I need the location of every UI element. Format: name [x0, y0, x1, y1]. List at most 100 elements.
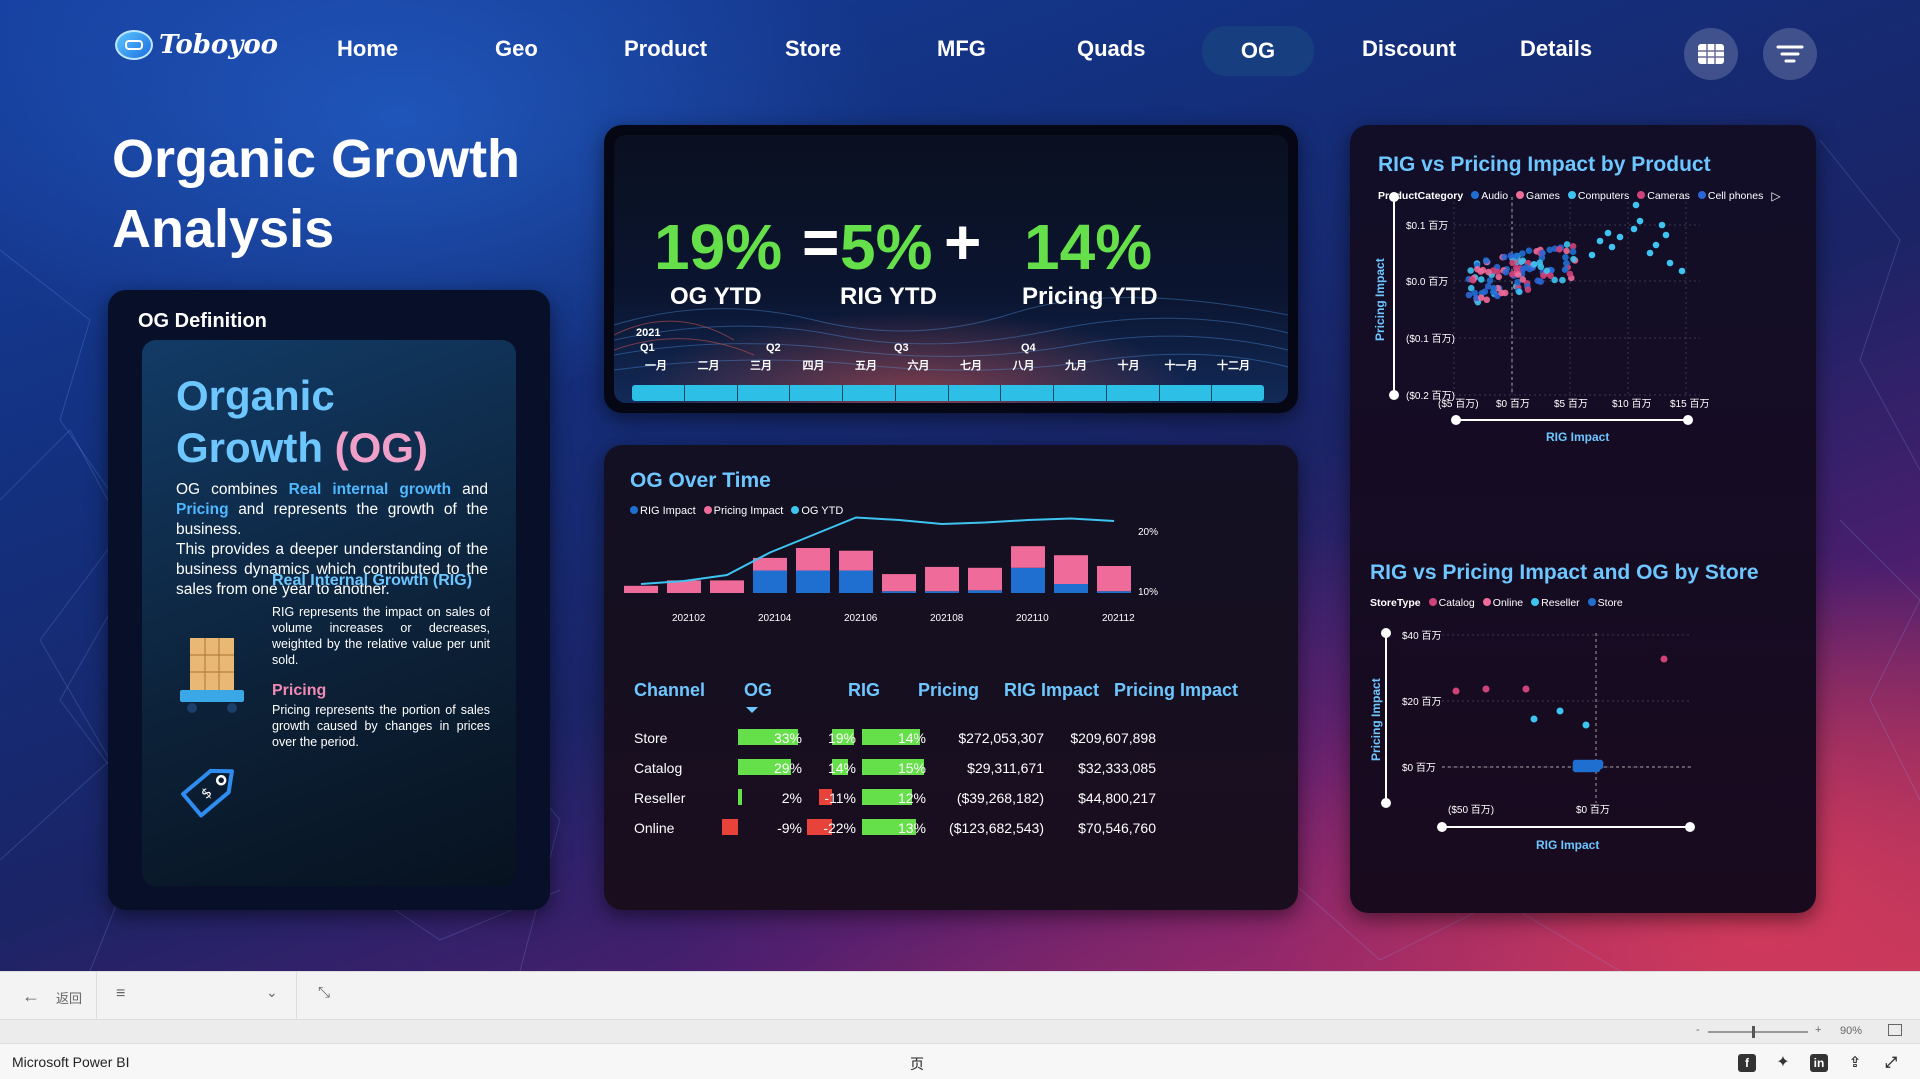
- collapse-icon[interactable]: ⤡: [318, 984, 330, 1001]
- scatter-point[interactable]: [1498, 289, 1505, 297]
- scatter-point[interactable]: [1518, 258, 1525, 265]
- nav-discount[interactable]: Discount: [1362, 36, 1456, 62]
- nav-store[interactable]: Store: [785, 36, 841, 62]
- bar-pricing-impact[interactable]: [925, 566, 959, 592]
- scatter-point[interactable]: [1482, 257, 1490, 264]
- scatter-point[interactable]: [1477, 276, 1485, 283]
- scatter-point[interactable]: [1530, 261, 1538, 268]
- scatter-point[interactable]: [1465, 291, 1473, 299]
- scatter-point[interactable]: [1522, 685, 1530, 693]
- timeline-month[interactable]: 六月: [899, 357, 939, 373]
- scatter-point[interactable]: [1482, 685, 1490, 693]
- timeline-slicer[interactable]: [632, 385, 1264, 401]
- scatter-point[interactable]: [1452, 687, 1460, 695]
- scatter-point[interactable]: [1660, 655, 1668, 663]
- timeline-month[interactable]: 三月: [741, 357, 781, 373]
- slider-handle[interactable]: [1683, 415, 1693, 425]
- scatter-point[interactable]: [1652, 241, 1660, 249]
- timeline-month[interactable]: 十月: [1109, 357, 1149, 373]
- scatter-point[interactable]: [1666, 259, 1674, 267]
- back-arrow-icon[interactable]: ←: [22, 986, 40, 1007]
- nav-product[interactable]: Product: [624, 36, 707, 62]
- fullscreen-icon[interactable]: ⤢: [1882, 1054, 1900, 1072]
- bar-rig-impact[interactable]: [968, 590, 1002, 593]
- scatter-point[interactable]: [1530, 715, 1538, 723]
- scatter-point[interactable]: [1596, 237, 1604, 245]
- filter-button[interactable]: [1763, 28, 1817, 80]
- nav-og[interactable]: OG: [1202, 26, 1314, 76]
- slider-handle[interactable]: [1381, 798, 1391, 808]
- bar-rig-impact[interactable]: [882, 591, 916, 593]
- col-header-og[interactable]: OG: [744, 680, 772, 701]
- zoom-slider-handle[interactable]: [1752, 1026, 1755, 1038]
- nav-mfg[interactable]: MFG: [937, 36, 986, 62]
- bar-pricing-impact[interactable]: [796, 548, 830, 571]
- timeline-month[interactable]: 七月: [951, 357, 991, 373]
- facebook-icon[interactable]: f: [1738, 1054, 1756, 1072]
- col-header-rig[interactable]: RIG: [848, 680, 880, 701]
- bar-rig-impact[interactable]: [839, 570, 873, 594]
- scatter-point[interactable]: [1519, 265, 1527, 273]
- scatter-point[interactable]: [1636, 217, 1644, 225]
- nav-geo[interactable]: Geo: [495, 36, 538, 62]
- scatter-point[interactable]: [1604, 229, 1612, 237]
- scatter-point[interactable]: [1486, 277, 1494, 284]
- timeline-month[interactable]: 一月: [636, 357, 676, 373]
- scatter-point[interactable]: [1494, 268, 1501, 276]
- back-button-label[interactable]: 返回: [56, 988, 82, 1007]
- col-header-pricing[interactable]: Pricing: [918, 680, 979, 701]
- scatter-point[interactable]: [1474, 265, 1481, 273]
- timeline-month[interactable]: 十一月: [1161, 357, 1201, 373]
- bar-rig-impact[interactable]: [796, 570, 830, 594]
- scatter-point[interactable]: [1593, 765, 1601, 773]
- scatter-point[interactable]: [1467, 267, 1474, 274]
- scatter-point[interactable]: [1477, 294, 1485, 301]
- zoom-minus[interactable]: -: [1696, 1024, 1700, 1036]
- scatter-point[interactable]: [1569, 248, 1577, 256]
- scatter-point[interactable]: [1608, 243, 1616, 251]
- scatter-point[interactable]: [1501, 253, 1508, 261]
- timeline-month[interactable]: 五月: [846, 357, 886, 373]
- bar-pricing-impact[interactable]: [839, 550, 873, 571]
- timeline-month[interactable]: 二月: [689, 357, 729, 373]
- brand-logo[interactable]: Toboyoo: [115, 30, 278, 60]
- scatter-point[interactable]: [1632, 201, 1640, 209]
- slider-handle[interactable]: [1389, 192, 1399, 202]
- slider-handle[interactable]: [1381, 628, 1391, 638]
- scatter-point[interactable]: [1547, 272, 1554, 279]
- scatter-point[interactable]: [1524, 286, 1532, 293]
- scatter-point[interactable]: [1616, 233, 1624, 241]
- slider-handle[interactable]: [1437, 822, 1447, 832]
- scatter-point[interactable]: [1534, 277, 1542, 285]
- timeline-month[interactable]: 十二月: [1214, 357, 1254, 373]
- scatter-point[interactable]: [1561, 266, 1569, 273]
- scatter-point[interactable]: [1570, 255, 1577, 263]
- slider-handle[interactable]: [1389, 390, 1399, 400]
- share-icon[interactable]: ⇪: [1846, 1054, 1864, 1072]
- slider-handle[interactable]: [1685, 822, 1695, 832]
- scatter-point[interactable]: [1563, 241, 1571, 248]
- scatter-point[interactable]: [1556, 246, 1563, 253]
- scatter-point[interactable]: [1539, 249, 1546, 257]
- scatter-point[interactable]: [1562, 253, 1569, 261]
- bar-pricing-impact[interactable]: [624, 585, 658, 593]
- bar-pricing-impact[interactable]: [1011, 546, 1045, 568]
- fit-page-icon[interactable]: [1888, 1024, 1902, 1036]
- zoom-plus[interactable]: +: [1815, 1024, 1821, 1036]
- table-grid-button[interactable]: [1684, 28, 1738, 80]
- timeline-month[interactable]: 四月: [794, 357, 834, 373]
- timeline-month[interactable]: 九月: [1056, 357, 1096, 373]
- scatter-point[interactable]: [1519, 250, 1526, 257]
- chevron-down-icon[interactable]: ⌄: [266, 984, 278, 1001]
- pages-menu-icon[interactable]: ≡: [116, 985, 125, 1003]
- scatter-point[interactable]: [1563, 259, 1570, 267]
- bar-pricing-impact[interactable]: [1097, 566, 1131, 592]
- bar-pricing-impact[interactable]: [1054, 555, 1088, 584]
- bar-pricing-impact[interactable]: [968, 567, 1002, 591]
- scatter-point[interactable]: [1588, 251, 1596, 259]
- scatter-point[interactable]: [1646, 249, 1654, 257]
- scatter-point[interactable]: [1582, 721, 1590, 729]
- bar-rig-impact[interactable]: [753, 570, 787, 594]
- nav-quads[interactable]: Quads: [1077, 36, 1145, 62]
- nav-home[interactable]: Home: [337, 36, 398, 62]
